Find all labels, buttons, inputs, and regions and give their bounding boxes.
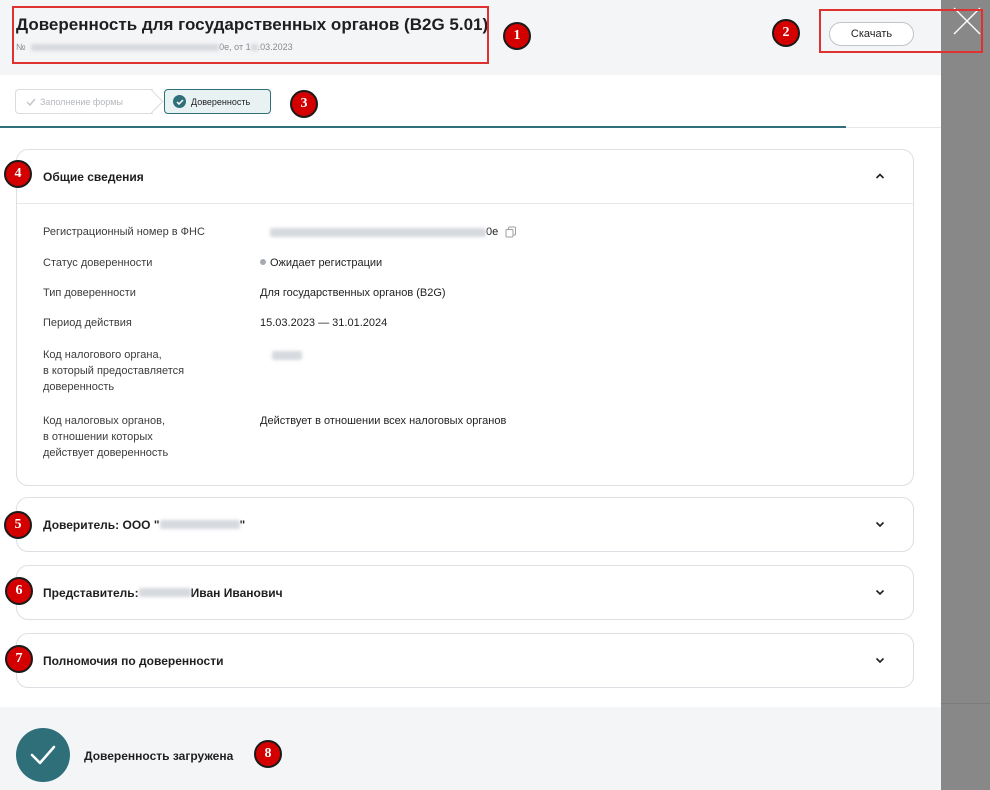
tax-codes-label: Код налоговых органов, в отношении котор…: [43, 413, 233, 461]
general-info-title: Общие сведения: [43, 169, 144, 184]
redacted-principal-name: [159, 520, 240, 529]
step-poa[interactable]: Доверенность: [164, 89, 271, 114]
callout-6: 6: [5, 577, 33, 605]
reg-number-label: Регистрационный номер в ФНС: [43, 226, 205, 238]
period-value: 15.03.2023 — 31.01.2024: [260, 317, 388, 329]
document-panel: Доверенность для государственных органов…: [0, 0, 941, 790]
callout-1: 1: [503, 22, 531, 50]
status-text: Ожидает регистрации: [270, 257, 383, 269]
backdrop-divider: [941, 703, 990, 704]
tax-code-label-line: доверенность: [43, 381, 115, 393]
principal-section: Доверитель: ООО " ": [16, 497, 914, 552]
redacted-reg-number: [270, 227, 486, 237]
tax-code-label: Код налогового органа, в который предост…: [43, 347, 233, 395]
tax-codes-label-line: действует доверенность: [43, 447, 169, 459]
callout-8: 8: [254, 740, 282, 768]
principal-suffix: ": [239, 517, 246, 532]
check-circle-icon: [173, 95, 186, 108]
general-info-section: Общие сведения Регистрационный номер в Ф…: [16, 149, 914, 486]
period-label: Период действия: [43, 317, 132, 329]
redacted-surname: [138, 588, 191, 597]
chevron-up-icon[interactable]: [875, 171, 885, 181]
status-label: Статус доверенности: [43, 257, 153, 269]
footer-status-text: Доверенность загружена: [84, 749, 234, 763]
tax-codes-label-line: Код налоговых органов,: [43, 415, 166, 427]
highlight-title-box: [12, 6, 489, 64]
redacted-tax-code: [272, 350, 302, 360]
step-fill-form-label: Заполнение формы: [40, 96, 123, 107]
chevron-down-icon[interactable]: [875, 587, 885, 597]
progress-bar: [0, 126, 846, 128]
tax-code-label-line: в который предоставляется: [43, 365, 185, 377]
callout-4: 4: [4, 160, 32, 188]
step-poa-label: Доверенность: [191, 96, 251, 107]
callout-5: 5: [4, 511, 32, 539]
step-fill-form[interactable]: Заполнение формы: [15, 89, 164, 114]
modal-backdrop[interactable]: [941, 0, 990, 790]
general-info-header[interactable]: Общие сведения: [17, 150, 913, 203]
representative-prefix: Представитель:: [43, 585, 139, 600]
tax-code-label-line: Код налогового органа,: [43, 349, 162, 361]
step-arrow: [139, 89, 164, 114]
callout-3: 3: [290, 90, 318, 118]
representative-suffix: Иван Иванович: [190, 585, 283, 600]
checkmark-icon: [26, 98, 36, 106]
reg-number-value: 0e: [260, 224, 517, 240]
status-value: Ожидает регистрации: [260, 255, 382, 271]
representative-header[interactable]: Представитель: Иван Иванович: [17, 566, 913, 619]
tax-codes-label-line: в отношении которых: [43, 431, 153, 443]
representative-section: Представитель: Иван Иванович: [16, 565, 914, 620]
powers-header[interactable]: Полномочия по доверенности: [17, 634, 913, 687]
success-check-icon: [16, 728, 70, 782]
reg-number-suffix: 0e: [486, 226, 499, 238]
tax-code-value: [260, 347, 302, 363]
footer-status: Доверенность загружена: [0, 707, 941, 790]
principal-header[interactable]: Доверитель: ООО " ": [17, 498, 913, 551]
highlight-download-box: [819, 9, 983, 53]
chevron-down-icon[interactable]: [875, 519, 885, 529]
status-dot-icon: [260, 259, 266, 266]
copy-icon[interactable]: [505, 226, 517, 238]
callout-7: 7: [5, 645, 33, 673]
general-info-body: Регистрационный номер в ФНС 0e Статус до…: [17, 203, 913, 485]
tax-codes-value: Действует в отношении всех налоговых орг…: [260, 415, 507, 427]
callout-2: 2: [772, 19, 800, 47]
type-value: Для государственных органов (B2G): [260, 287, 446, 299]
principal-prefix: Доверитель: ООО ": [43, 517, 160, 532]
powers-title: Полномочия по доверенности: [43, 653, 224, 668]
type-label: Тип доверенности: [43, 287, 136, 299]
powers-section: Полномочия по доверенности: [16, 633, 914, 688]
chevron-down-icon[interactable]: [875, 655, 885, 665]
step-indicator: Заполнение формы Доверенность: [15, 89, 271, 114]
